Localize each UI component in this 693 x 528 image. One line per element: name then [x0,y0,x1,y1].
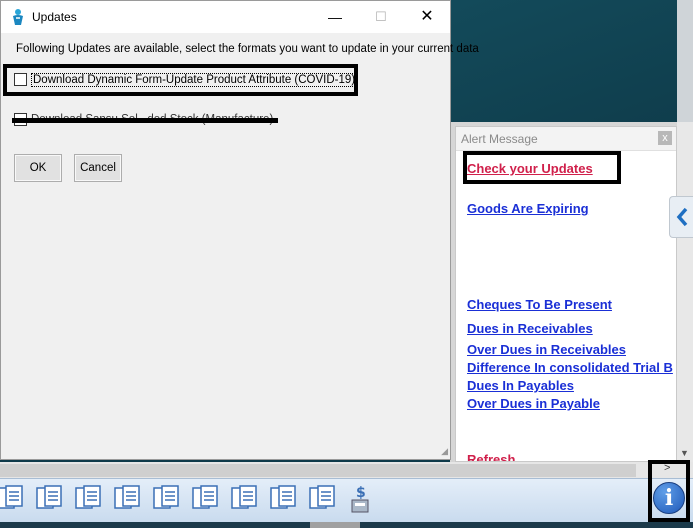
difference-consolidated-trial-link[interactable]: Difference In consolidated Trial B [467,360,673,375]
dialog-titlebar[interactable]: Updates — ☐ ✕ [1,1,450,33]
dues-in-receivables-link[interactable]: Dues in Receivables [467,321,593,336]
document-copy-icon[interactable] [35,484,69,516]
info-button-highlight [648,460,690,522]
app-logo-icon [10,8,26,29]
resize-grip-icon[interactable]: ◢ [441,446,448,457]
scroll-down-icon[interactable]: ▼ [680,448,689,458]
over-dues-in-receivables-link[interactable]: Over Dues in Receivables [467,342,626,357]
document-copy-icon[interactable] [230,484,264,516]
check-updates-highlight [463,151,621,184]
refresh-link[interactable]: Refresh [467,452,515,461]
alert-close-button[interactable]: x [658,131,672,145]
document-copy-icon[interactable] [191,484,225,516]
alert-vertical-scrollbar[interactable]: ▼ [677,122,693,462]
over-dues-in-payable-link[interactable]: Over Dues in Payable [467,396,600,411]
intro-text: Following Updates are available, select … [16,43,479,55]
goods-expiring-link[interactable]: Goods Are Expiring [467,201,589,216]
document-copy-icon[interactable] [308,484,342,516]
svg-text:$: $ [356,485,366,501]
document-copy-icon[interactable] [0,484,30,516]
horizontal-scrollbar[interactable]: > [0,462,693,478]
alert-title: Alert Message [461,132,538,146]
option-stock-redaction [12,118,278,123]
dollar-doc-icon[interactable]: $ [348,484,382,516]
minimize-button[interactable]: — [312,1,358,33]
chevron-left-icon [676,207,688,227]
dialog-title: Updates [32,10,77,24]
document-copy-icon[interactable] [74,484,108,516]
dialog-body: Following Updates are available, select … [1,33,479,459]
option-covid-highlight [3,64,358,96]
cheques-to-be-present-link[interactable]: Cheques To Be Present [467,297,612,312]
maximize-button[interactable]: ☐ [358,1,404,33]
taskbar-indicator [310,522,360,528]
dues-in-payables-link[interactable]: Dues In Payables [467,378,574,393]
horizontal-scroll-thumb[interactable] [0,464,636,477]
document-copy-icon[interactable] [113,484,147,516]
alert-header: Alert Message x [456,127,676,151]
close-button[interactable]: ✕ [404,1,450,33]
collapse-panel-tab[interactable] [669,196,693,238]
document-copy-icon[interactable] [269,484,303,516]
document-copy-icon[interactable] [152,484,186,516]
cancel-button[interactable]: Cancel [74,154,122,182]
ok-button[interactable]: OK [14,154,62,182]
